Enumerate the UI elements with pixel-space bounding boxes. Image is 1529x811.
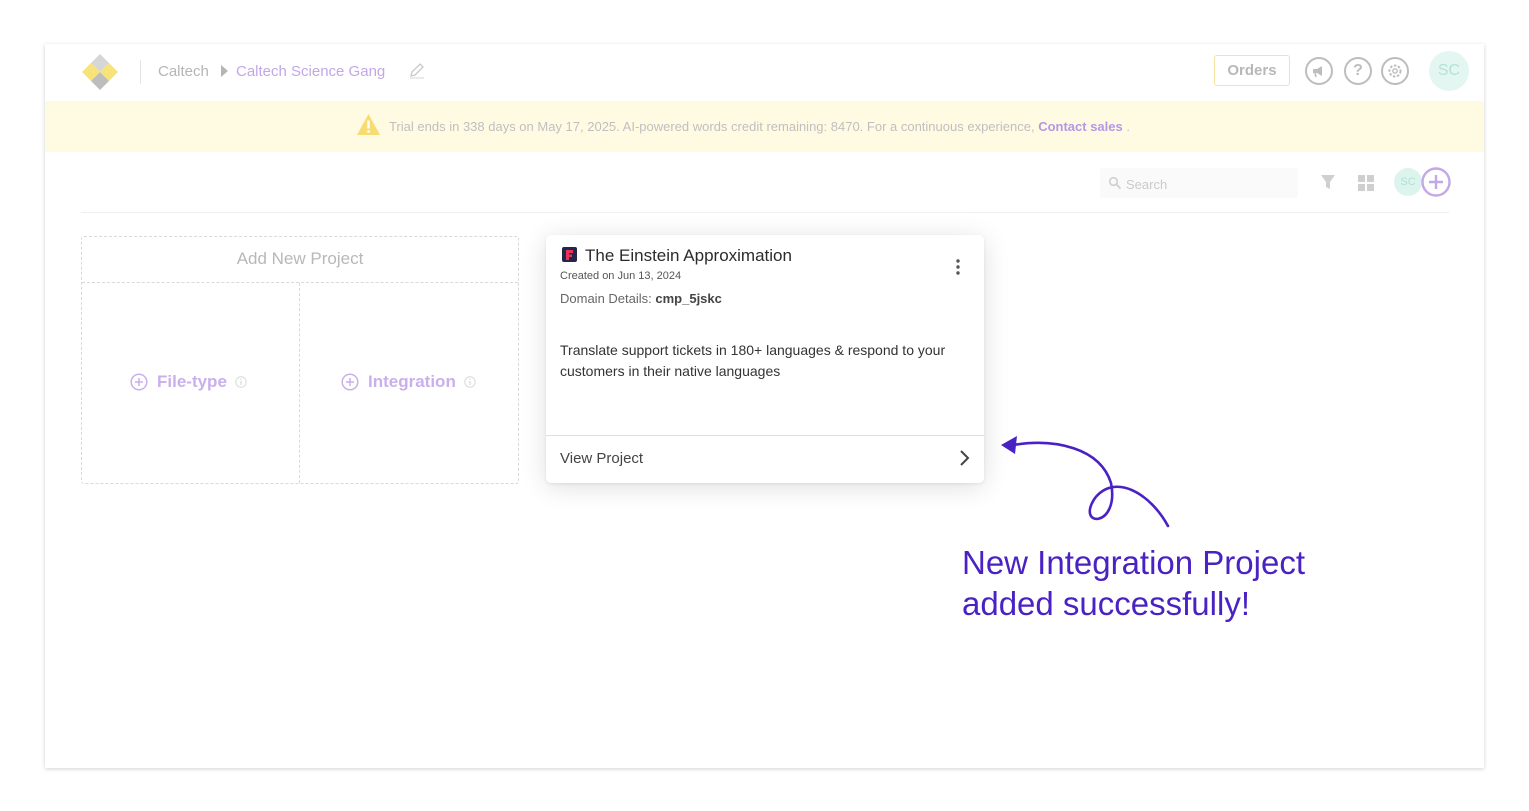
app-window: Caltech Caltech Science Gang Orders ? SC bbox=[45, 44, 1484, 768]
project-created-date: Created on Jun 13, 2024 bbox=[560, 270, 682, 282]
info-icon[interactable] bbox=[464, 376, 476, 388]
add-file-type-option[interactable]: File-type bbox=[130, 371, 247, 393]
warning-icon bbox=[357, 114, 380, 135]
edit-icon[interactable] bbox=[408, 61, 426, 79]
breadcrumb-current[interactable]: Caltech Science Gang bbox=[236, 63, 385, 80]
breadcrumb-root[interactable]: Caltech bbox=[158, 63, 209, 80]
plus-circle-icon bbox=[341, 373, 359, 391]
annotation-message: New Integration Project added successful… bbox=[962, 542, 1305, 624]
project-title[interactable]: The Einstein Approximation bbox=[585, 246, 792, 266]
search-box bbox=[1100, 168, 1298, 198]
file-type-column[interactable]: File-type bbox=[82, 283, 300, 483]
annotation-line-2: added successfully! bbox=[962, 585, 1250, 622]
breadcrumb-caret-icon bbox=[221, 65, 228, 77]
banner-suffix: . bbox=[1122, 119, 1130, 134]
toolbar-divider bbox=[81, 212, 1449, 213]
contact-sales-link[interactable]: Contact sales bbox=[1038, 119, 1123, 134]
search-input[interactable] bbox=[1124, 172, 1296, 196]
search-icon bbox=[1108, 176, 1122, 190]
annotation-arrow-icon bbox=[1001, 436, 1170, 528]
freshdesk-icon bbox=[562, 247, 577, 262]
add-new-project-card: Add New Project File-type Integration bbox=[81, 236, 519, 484]
file-type-label: File-type bbox=[157, 372, 227, 391]
header-divider bbox=[140, 60, 141, 84]
user-avatar[interactable]: SC bbox=[1429, 51, 1469, 91]
banner-text: Trial ends in 338 days on May 17, 2025. … bbox=[389, 119, 1130, 134]
plus-circle-icon bbox=[130, 373, 148, 391]
trial-banner: Trial ends in 338 days on May 17, 2025. … bbox=[45, 101, 1484, 152]
view-project-link[interactable]: View Project bbox=[560, 450, 643, 467]
settings-icon[interactable] bbox=[1381, 57, 1409, 85]
add-new-project-title: Add New Project bbox=[82, 237, 518, 283]
integration-column[interactable]: Integration bbox=[300, 283, 518, 483]
announcement-icon[interactable] bbox=[1305, 57, 1333, 85]
add-member-icon[interactable] bbox=[1420, 166, 1452, 198]
banner-message: Trial ends in 338 days on May 17, 2025. … bbox=[389, 119, 1035, 134]
chevron-right-icon[interactable] bbox=[956, 448, 974, 468]
domain-label: Domain Details: bbox=[560, 291, 656, 306]
grid-view-icon[interactable] bbox=[1358, 175, 1374, 191]
card-divider bbox=[546, 435, 984, 436]
project-card[interactable]: The Einstein Approximation Created on Ju… bbox=[546, 235, 984, 483]
annotation-line-1: New Integration Project bbox=[962, 544, 1306, 581]
filter-icon[interactable] bbox=[1320, 174, 1336, 190]
help-icon[interactable]: ? bbox=[1344, 57, 1372, 85]
info-icon[interactable] bbox=[235, 376, 247, 388]
project-domain: Domain Details: cmp_5jskc bbox=[560, 291, 722, 306]
add-integration-option[interactable]: Integration bbox=[341, 371, 476, 393]
app-logo[interactable] bbox=[79, 51, 121, 93]
member-avatar[interactable]: SC bbox=[1394, 168, 1422, 196]
orders-button[interactable]: Orders bbox=[1214, 55, 1290, 86]
integration-label: Integration bbox=[368, 372, 456, 391]
top-header: Caltech Caltech Science Gang Orders ? SC bbox=[45, 44, 1484, 101]
more-vertical-icon[interactable] bbox=[948, 257, 968, 277]
domain-value: cmp_5jskc bbox=[655, 291, 722, 306]
project-description: Translate support tickets in 180+ langua… bbox=[560, 342, 946, 379]
